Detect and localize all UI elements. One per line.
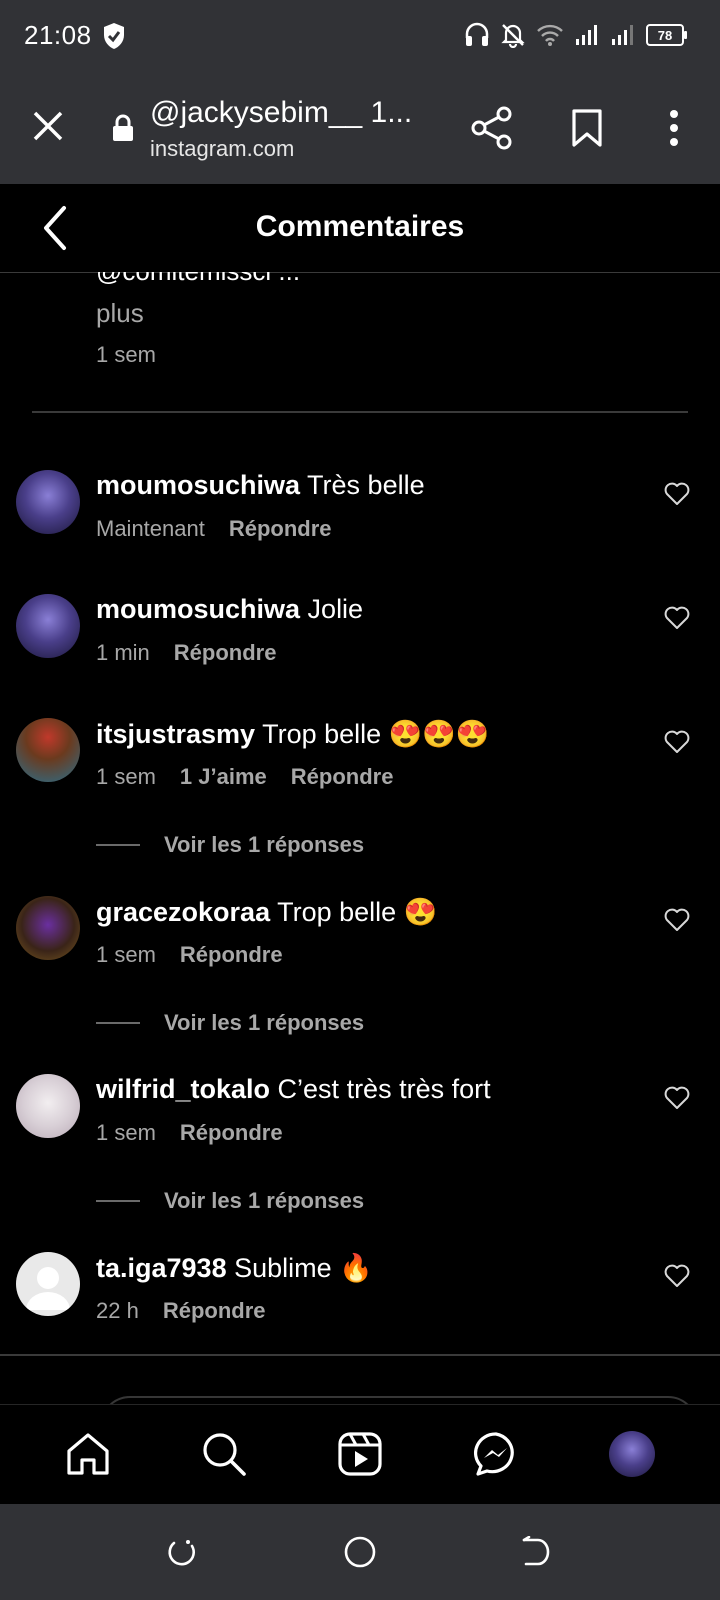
comment-username[interactable]: gracezokoraa: [96, 897, 270, 927]
home-circle-icon[interactable]: [344, 1536, 376, 1568]
default-avatar-icon: [26, 1267, 70, 1310]
comment-meta: Maintenant Répondre: [96, 516, 332, 542]
comment-time: 22 h: [96, 1298, 139, 1323]
comment-time: 1 sem: [96, 764, 156, 789]
comment-username[interactable]: ta.iga7938: [96, 1253, 227, 1283]
comment-body: Jolie: [307, 594, 364, 624]
comment-meta: 22 h Répondre: [96, 1298, 266, 1324]
status-icons: 78: [464, 22, 687, 48]
comment-body: Très belle: [307, 470, 425, 500]
page-title: Commentaires: [255, 210, 465, 243]
comment-time: 1 sem: [96, 942, 156, 967]
messenger-icon[interactable]: [472, 1430, 520, 1478]
avatar[interactable]: [16, 1074, 80, 1138]
view-replies-label[interactable]: Voir les 1 réponses: [164, 1188, 364, 1214]
replies-line: [96, 1022, 140, 1024]
comment-username[interactable]: wilfrid_tokalo: [96, 1074, 270, 1104]
comment-meta: 1 sem Répondre: [96, 942, 283, 968]
heart-icon[interactable]: [664, 482, 690, 506]
url-title[interactable]: @jackysebim__ 1...: [150, 96, 420, 130]
comment-text: gracezokoraa Trop belle 😍: [96, 896, 437, 928]
profile-avatar-image: [609, 1431, 655, 1477]
bookmark-icon[interactable]: [570, 108, 604, 148]
lock-icon: [113, 114, 133, 141]
comment-meta: 1 sem 1 J’aime Répondre: [96, 764, 393, 790]
comment-text: itsjustrasmy Trop belle 😍😍😍: [96, 718, 490, 750]
replies-line: [96, 844, 140, 846]
status-time: 21:08: [24, 20, 92, 50]
profile-avatar[interactable]: [608, 1430, 656, 1478]
view-replies-label[interactable]: Voir les 1 réponses: [164, 1010, 364, 1036]
reply-button[interactable]: Répondre: [180, 1120, 283, 1146]
wifi-icon: [537, 24, 563, 46]
reels-icon-svg: [338, 1432, 382, 1476]
close-icon[interactable]: [28, 106, 68, 146]
mute-bell-icon: [501, 24, 525, 48]
comment-username[interactable]: moumosuchiwa: [96, 470, 300, 500]
messenger-icon-svg: [473, 1432, 514, 1476]
view-replies-button[interactable]: Voir les 1 réponses: [96, 832, 364, 858]
caption-time: 1 sem: [96, 342, 156, 367]
avatar[interactable]: [16, 594, 80, 658]
comment-meta: 1 sem Répondre: [96, 1120, 283, 1146]
reply-button[interactable]: Répondre: [291, 764, 394, 790]
signal-icon: [576, 25, 597, 45]
avatar[interactable]: [16, 1252, 80, 1316]
heart-icon[interactable]: [664, 908, 690, 932]
heart-icon[interactable]: [664, 730, 690, 754]
avatar[interactable]: [16, 470, 80, 534]
view-replies-button[interactable]: Voir les 1 réponses: [96, 1010, 364, 1036]
caption-more-link[interactable]: plus: [96, 298, 144, 329]
more-options-icon[interactable]: [664, 108, 684, 148]
browser-bar: [0, 76, 720, 184]
shield-icon: [104, 23, 124, 49]
like-count[interactable]: 1 J’aime: [180, 764, 267, 790]
back-icon[interactable]: [520, 1536, 552, 1568]
comment-meta: 1 min Répondre: [96, 640, 276, 666]
comment-time: 1 min: [96, 640, 150, 665]
comment-text: moumosuchiwa Jolie: [96, 594, 363, 625]
home-icon-svg: [67, 1433, 109, 1475]
headphones-icon: [465, 22, 489, 46]
signal-icon-2: [612, 25, 633, 45]
caption-clip: @comitemissci ...: [96, 272, 656, 294]
heart-icon[interactable]: [664, 1086, 690, 1110]
search-icon[interactable]: [200, 1430, 248, 1478]
reels-icon[interactable]: [336, 1430, 384, 1478]
url-domain[interactable]: instagram.com: [150, 136, 294, 162]
view-replies-label[interactable]: Voir les 1 réponses: [164, 832, 364, 858]
replies-line: [96, 1200, 140, 1202]
home-icon[interactable]: [64, 1430, 112, 1478]
comment-body: C’est très très fort: [277, 1074, 491, 1104]
comment-text: ta.iga7938 Sublime 🔥: [96, 1252, 373, 1284]
avatar[interactable]: [16, 718, 80, 782]
avatar[interactable]: [16, 896, 80, 960]
share-icon[interactable]: [470, 106, 514, 150]
caption-mention[interactable]: @comitemissci ...: [96, 272, 300, 287]
reply-button[interactable]: Répondre: [180, 942, 283, 968]
search-icon-svg: [203, 1433, 246, 1476]
heart-icon[interactable]: [664, 606, 690, 630]
comment-body: Trop belle 😍: [277, 897, 438, 927]
comment-body: Trop belle 😍😍😍: [262, 719, 490, 749]
comment-username[interactable]: moumosuchiwa: [96, 594, 300, 624]
comment-text: moumosuchiwa Très belle: [96, 470, 425, 501]
battery-icon: 78: [646, 24, 687, 46]
heart-icon[interactable]: [664, 1264, 690, 1288]
comment-body: Sublime 🔥: [234, 1253, 373, 1283]
reply-button[interactable]: Répondre: [229, 516, 332, 542]
recents-icon[interactable]: [166, 1536, 198, 1568]
reply-button[interactable]: Répondre: [174, 640, 277, 666]
comment-time: 1 sem: [96, 1120, 156, 1145]
divider: [0, 1354, 720, 1356]
battery-level: 78: [657, 27, 673, 43]
view-replies-button[interactable]: Voir les 1 réponses: [96, 1188, 364, 1214]
divider: [32, 411, 688, 413]
comment-text: wilfrid_tokalo C’est très très fort: [96, 1074, 491, 1105]
comment-time: Maintenant: [96, 516, 205, 541]
comment-username[interactable]: itsjustrasmy: [96, 719, 255, 749]
reply-button[interactable]: Répondre: [163, 1298, 266, 1324]
